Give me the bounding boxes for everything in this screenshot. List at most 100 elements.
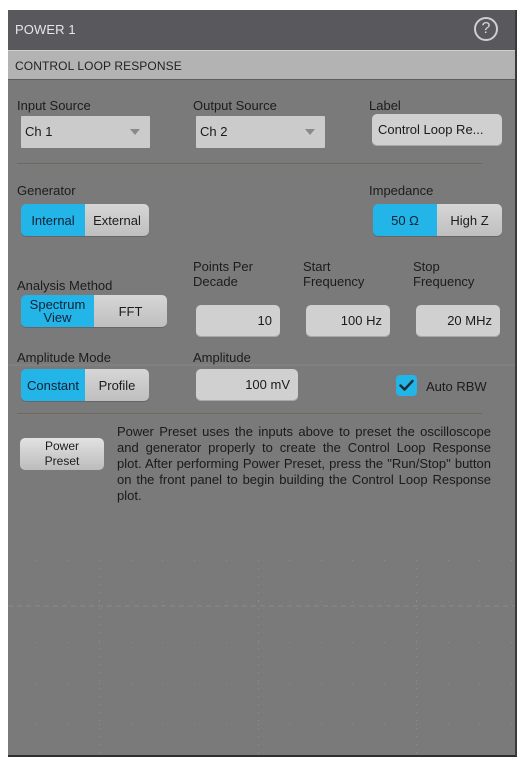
graticule-dot — [68, 683, 69, 684]
generator-toggle: Internal External — [21, 204, 149, 236]
graticule-dot — [99, 704, 100, 705]
graticule-dot — [416, 560, 417, 561]
graticule-dot — [99, 672, 100, 673]
generator-option-internal[interactable]: Internal — [21, 204, 85, 236]
graticule-dot — [416, 642, 417, 643]
graticule-dot — [258, 656, 259, 657]
graticule-dot — [68, 642, 69, 643]
graticule-dot — [258, 648, 259, 649]
amplitude-option-profile[interactable]: Profile — [85, 369, 149, 401]
start-frequency-input[interactable]: 100 Hz — [306, 305, 390, 337]
graticule-dot — [68, 724, 69, 725]
graticule-dot — [258, 704, 259, 705]
analysis-option-fft[interactable]: FFT — [94, 295, 167, 327]
amplitude-value: 100 mV — [245, 377, 290, 392]
graticule-dot — [416, 688, 417, 689]
amplitude-input[interactable]: 100 mV — [196, 369, 298, 401]
graticule-dot — [162, 601, 163, 602]
graticule-dot — [131, 601, 132, 602]
graticule-dot — [258, 568, 259, 569]
graticule-dot — [448, 601, 449, 602]
graticule-dot — [258, 592, 259, 593]
graticule-dot — [226, 642, 227, 643]
analysis-method-label: Analysis Method — [17, 278, 113, 293]
graticule-dot — [99, 560, 100, 561]
graticule-dot — [258, 664, 259, 665]
label-input[interactable]: Control Loop Re... — [372, 114, 502, 146]
graticule-dot — [416, 752, 417, 753]
graticule-dot — [384, 683, 385, 684]
graticule-dot — [36, 601, 37, 602]
graticule-dot — [416, 712, 417, 713]
graticule-dot — [258, 728, 259, 729]
points-per-decade-label-line1: Points Per — [193, 259, 253, 274]
graticule-dot — [416, 648, 417, 649]
graticule-dot — [416, 640, 417, 641]
graticule-dot — [194, 601, 195, 602]
graticule-dot — [99, 642, 100, 643]
graticule-dot — [194, 683, 195, 684]
graticule-dot — [131, 724, 132, 725]
graticule-dot — [194, 560, 195, 561]
graticule-dot — [258, 720, 259, 721]
label-field-label: Label — [369, 98, 401, 113]
graticule-dot — [99, 752, 100, 753]
section-header: CONTROL LOOP RESPONSE — [8, 50, 515, 80]
points-per-decade-input[interactable]: 10 — [196, 305, 280, 337]
graticule-dot — [258, 712, 259, 713]
generator-label: Generator — [17, 183, 76, 198]
graticule-dot — [479, 560, 480, 561]
section-title: CONTROL LOOP RESPONSE — [15, 59, 182, 73]
output-source-dropdown[interactable]: Ch 2 — [196, 116, 325, 148]
graticule-dot — [321, 642, 322, 643]
points-per-decade-value: 10 — [257, 313, 272, 328]
graticule-dot — [258, 640, 259, 641]
graticule-dot — [511, 683, 512, 684]
impedance-option-50-ohm[interactable]: 50 Ω — [373, 204, 437, 236]
graticule-dot — [99, 724, 100, 725]
graticule-dot — [99, 640, 100, 641]
input-source-dropdown[interactable]: Ch 1 — [21, 116, 150, 148]
graticule-dot — [162, 724, 163, 725]
generator-option-external[interactable]: External — [85, 204, 149, 236]
graticule-dot — [162, 642, 163, 643]
start-frequency-label-line1: Start — [303, 259, 331, 274]
graticule-dot — [416, 720, 417, 721]
graticule-dot — [258, 672, 259, 673]
graticule-dot — [99, 720, 100, 721]
amplitude-option-constant[interactable]: Constant — [21, 369, 85, 401]
graticule-dot — [352, 724, 353, 725]
graticule-dot — [226, 683, 227, 684]
stop-frequency-input[interactable]: 20 MHz — [416, 305, 500, 337]
label-input-value: Control Loop Re... — [378, 122, 484, 137]
power-panel: POWER 1 ? CONTROL LOOP RESPONSE Input So… — [8, 10, 517, 757]
graticule-dot — [99, 632, 100, 633]
auto-rbw-checkbox[interactable] — [396, 375, 417, 396]
graticule-dot — [99, 608, 100, 609]
impedance-option-high-z[interactable]: High Z — [437, 204, 502, 236]
graticule-dot — [258, 560, 259, 561]
graticule-dot — [511, 601, 512, 602]
graticule-dot — [258, 688, 259, 689]
output-source-value: Ch 2 — [200, 124, 228, 139]
graticule-dot — [321, 560, 322, 561]
graticule-dot — [416, 560, 417, 561]
graticule-dot — [258, 632, 259, 633]
amplitude-mode-label: Amplitude Mode — [17, 350, 111, 365]
graticule-dot — [258, 683, 259, 684]
graticule-dot — [448, 560, 449, 561]
graticule-dot — [416, 600, 417, 601]
graticule-dot — [416, 608, 417, 609]
checkmark-icon — [399, 379, 414, 391]
graticule-dot — [226, 601, 227, 602]
graticule-dot — [258, 608, 259, 609]
graticule-dot — [258, 696, 259, 697]
power-preset-button[interactable]: Power Preset — [20, 438, 104, 470]
graticule-dot — [258, 680, 259, 681]
chevron-down-icon — [305, 129, 315, 135]
graticule-dot — [99, 696, 100, 697]
analysis-option-spectrum-view[interactable]: Spectrum View — [21, 295, 94, 327]
graticule-dot — [416, 728, 417, 729]
help-circle-icon[interactable]: ? — [474, 17, 498, 41]
graticule-dot — [416, 624, 417, 625]
